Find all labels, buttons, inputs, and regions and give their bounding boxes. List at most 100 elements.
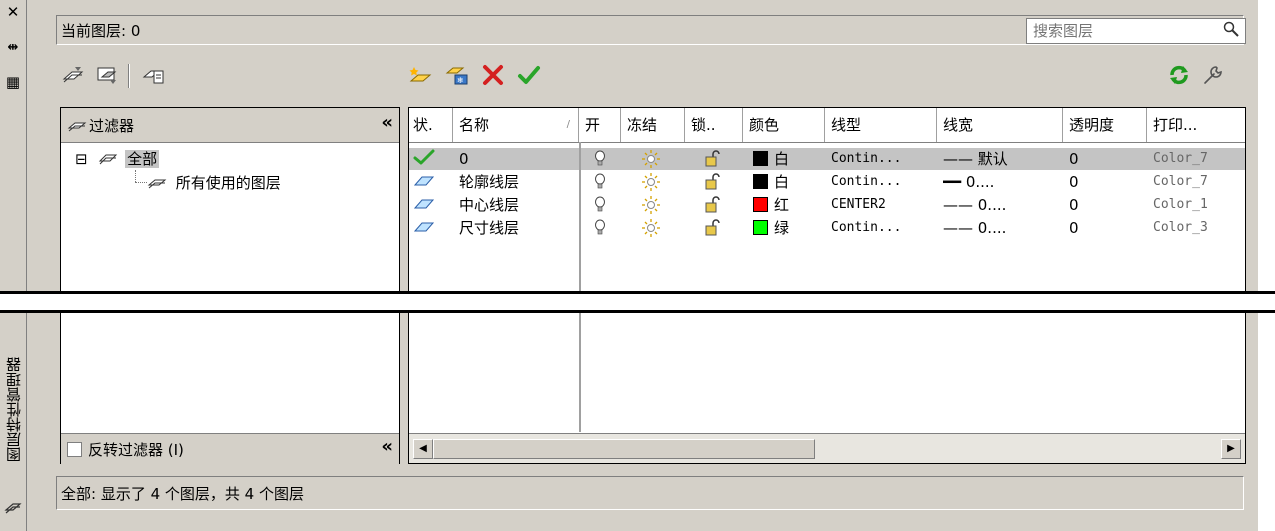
column-header-label: 名称 (459, 116, 490, 134)
layer-name[interactable]: 中心线层 (459, 194, 577, 216)
layer-lineweight[interactable]: —— 0.... (943, 194, 1061, 216)
layer-lineweight[interactable]: ━━ 0.... (943, 171, 1061, 193)
current-layer-label: 当前图层: 0 (61, 22, 141, 40)
column-header-transparency[interactable]: 透明度 (1063, 108, 1147, 142)
new-property-filter-icon[interactable] (60, 63, 86, 89)
autohide-icon[interactable]: ⇹ (3, 38, 23, 58)
filter-header-label: 过滤器 (89, 117, 135, 135)
color-swatch (753, 220, 768, 235)
close-icon[interactable]: ✕ (3, 2, 23, 22)
column-header-freeze[interactable]: 冻结 (621, 108, 685, 142)
layer-properties-palette: ✕ ⇹ ▦ 图层特性管理器 当前图层: 0 ❄ (0, 0, 1258, 531)
layer-linetype[interactable]: CENTER2 (831, 194, 935, 216)
layer-name[interactable]: 轮廓线层 (459, 171, 577, 193)
new-layer-icon[interactable] (408, 63, 434, 89)
table-row[interactable]: 尺寸线层 绿 Contin... —— 0.... 0 Color_3 (409, 217, 1245, 239)
column-header-status[interactable]: 状. (409, 108, 453, 142)
column-header-linetype[interactable]: 线型 (825, 108, 937, 142)
delete-layer-icon[interactable] (480, 63, 506, 89)
layer-transparency[interactable]: 0 (1069, 171, 1145, 193)
lightbulb-icon[interactable] (593, 196, 607, 218)
palette-titlebar: ✕ ⇹ ▦ 图层特性管理器 (0, 0, 27, 531)
layer-color[interactable]: 白 (753, 171, 789, 193)
horizontal-scrollbar[interactable]: ◀ ▶ (409, 433, 1245, 463)
table-row[interactable]: 0 白 Contin... —— 默认 0 Color_7 (409, 148, 1245, 170)
filter-header: 过滤器 « (61, 108, 399, 143)
new-group-filter-icon[interactable] (94, 63, 120, 89)
layer-lineweight[interactable]: —— 0.... (943, 217, 1061, 239)
column-header-lineweight[interactable]: 线宽 (937, 108, 1063, 142)
layer-states-manager-icon[interactable] (140, 63, 166, 89)
settings-wrench-icon[interactable] (1200, 63, 1226, 89)
table-row[interactable]: 轮廓线层 白 Contin... ━━ 0.... 0 Color_7 (409, 171, 1245, 193)
layer-transparency[interactable]: 0 (1069, 148, 1145, 170)
search-icon[interactable] (1223, 21, 1239, 41)
layer-linetype[interactable]: Contin... (831, 148, 935, 170)
layer-color[interactable]: 白 (753, 148, 789, 170)
layer-linetype[interactable]: Contin... (831, 171, 935, 193)
filter-icon (67, 122, 87, 132)
scroll-right-icon[interactable]: ▶ (1221, 439, 1241, 459)
sun-thaw-icon[interactable] (641, 219, 661, 241)
sort-indicator-icon: / (566, 119, 570, 130)
pane-divider (579, 142, 581, 432)
layer-stack-icon (4, 503, 22, 514)
scrollbar-thumb[interactable] (433, 439, 815, 459)
layer-linetype[interactable]: Contin... (831, 217, 935, 239)
layer-transparency[interactable]: 0 (1069, 217, 1145, 239)
filter-tree-pane: 过滤器 « ⊟ 全部 所有使用的图层 反转过滤器 (I) « (60, 107, 400, 464)
sun-thaw-icon[interactable] (641, 150, 661, 172)
layer-color[interactable]: 红 (753, 194, 789, 216)
lightbulb-icon[interactable] (593, 150, 607, 172)
color-name: 白 (774, 150, 790, 168)
layer-list-table: 状. 名称 / 开 冻结 锁.. 颜色 线型 线宽 透明度 打印... 0 白 Con… (408, 107, 1246, 464)
column-header-on[interactable]: 开 (579, 108, 621, 142)
unlocked-icon[interactable] (703, 196, 723, 218)
set-current-icon[interactable] (516, 63, 542, 89)
status-bar: 全部: 显示了 4 个图层，共 4 个图层 (56, 476, 1244, 510)
invert-filter-label: 反转过滤器 (I) (88, 441, 184, 459)
sun-thaw-icon[interactable] (641, 173, 661, 195)
collapse-filters-icon[interactable]: « (381, 112, 393, 133)
column-header-plot-style[interactable]: 打印... (1147, 108, 1245, 142)
tree-node-used-layers[interactable]: 所有使用的图层 (147, 172, 281, 194)
search-input[interactable] (1031, 20, 1205, 42)
refresh-icon[interactable] (1166, 63, 1192, 89)
filter-icon (147, 179, 167, 189)
checkbox-icon[interactable] (67, 442, 82, 457)
invert-filter-checkbox[interactable]: 反转过滤器 (I) (67, 439, 184, 460)
color-name: 红 (774, 196, 790, 214)
column-header-color[interactable]: 颜色 (743, 108, 825, 142)
layer-transparency[interactable]: 0 (1069, 194, 1145, 216)
lightbulb-icon[interactable] (593, 219, 607, 241)
layer-name[interactable]: 0 (459, 148, 577, 170)
tree-node-label: 全部 (125, 150, 160, 168)
properties-icon[interactable]: ▦ (3, 72, 23, 92)
scroll-left-icon[interactable]: ◀ (413, 439, 433, 459)
table-row[interactable]: 中心线层 红 CENTER2 —— 0.... 0 Color_1 (409, 194, 1245, 216)
tree-expander-icon[interactable]: ⊟ (75, 150, 88, 168)
layer-color[interactable]: 绿 (753, 217, 789, 239)
tree-node-all[interactable]: ⊟ 全部 (75, 148, 160, 170)
column-header-lock[interactable]: 锁.. (685, 108, 743, 142)
color-swatch (753, 197, 768, 212)
layer-icon (413, 171, 435, 193)
filter-footer: 反转过滤器 (I) « (61, 433, 399, 464)
palette-title: 图层特性管理器 (5, 357, 23, 463)
layer-lineweight[interactable]: —— 默认 (943, 148, 1061, 170)
collapse-filters-icon[interactable]: « (381, 436, 393, 457)
layer-plot-style: Color_3 (1153, 220, 1208, 235)
unlocked-icon[interactable] (703, 173, 723, 195)
color-swatch (753, 174, 768, 189)
status-text: 全部: 显示了 4 个图层，共 4 个图层 (61, 485, 304, 503)
unlocked-icon[interactable] (703, 219, 723, 241)
lightbulb-icon[interactable] (593, 173, 607, 195)
column-header-name[interactable]: 名称 / (453, 108, 579, 142)
search-box[interactable] (1026, 18, 1246, 44)
layer-name[interactable]: 尺寸线层 (459, 217, 577, 239)
color-swatch (753, 151, 768, 166)
new-layer-vp-frozen-icon[interactable]: ❄ (444, 63, 470, 89)
sun-thaw-icon[interactable] (641, 196, 661, 218)
unlocked-icon[interactable] (703, 150, 723, 172)
image-break-band (0, 291, 1275, 313)
